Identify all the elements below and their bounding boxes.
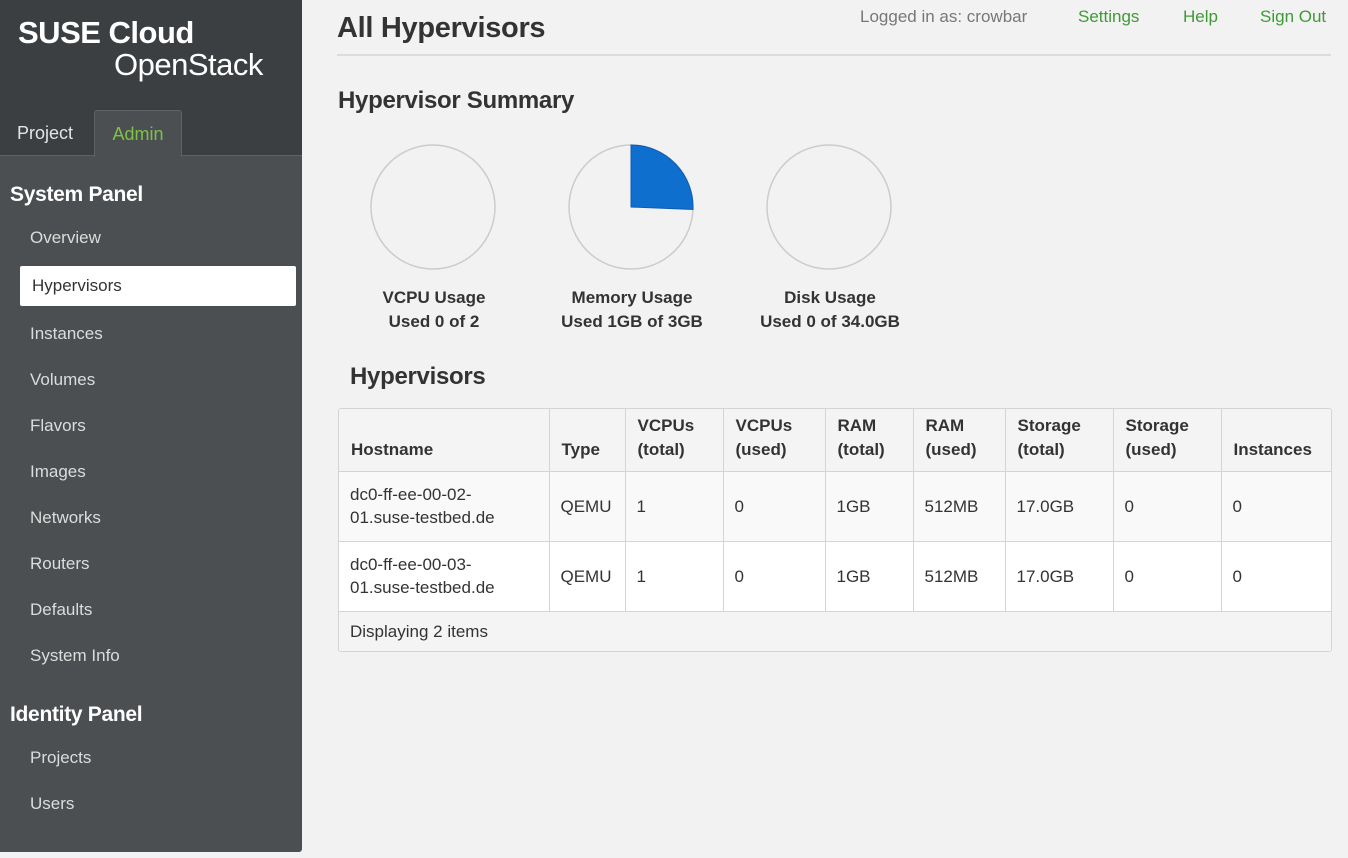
pie-used-slice xyxy=(630,144,694,211)
cell-vcpus-total: 1 xyxy=(625,541,724,612)
cell-ram-total: 1GB xyxy=(825,541,914,612)
memory-usage-pie xyxy=(568,144,694,270)
sidebar: SUSE Cloud OpenStack Project Admin Syste… xyxy=(0,0,302,852)
brand-line1: SUSE Cloud xyxy=(18,15,194,50)
sidebar-item-images[interactable]: Images xyxy=(30,462,86,482)
column-header-instances[interactable]: Instances xyxy=(1221,409,1331,472)
header-divider xyxy=(337,54,1331,56)
disk-usage-label: Disk Usage Used 0 of 34.0GB xyxy=(730,286,930,334)
table-footer-row: Displaying 2 items xyxy=(339,611,1331,651)
column-header-ram-used[interactable]: RAM (used) xyxy=(913,409,1006,472)
vcpu-usage-title: VCPU Usage xyxy=(382,288,486,307)
column-header-storage-total[interactable]: Storage (total) xyxy=(1005,409,1114,472)
hypervisors-table: Hostname Type VCPUs (total) VCPUs (used) R… xyxy=(338,408,1332,652)
table-footer-count: Displaying 2 items xyxy=(339,611,1331,651)
memory-usage-label: Memory Usage Used 1GB of 3GB xyxy=(532,286,732,334)
sidebar-item-hypervisors[interactable]: Hypervisors xyxy=(20,266,296,306)
pie-background xyxy=(766,144,892,270)
cell-ram-total: 1GB xyxy=(825,471,914,542)
cell-storage-total: 17.0GB xyxy=(1005,541,1114,612)
cell-vcpus-used: 0 xyxy=(723,471,826,542)
cell-vcpus-used: 0 xyxy=(723,541,826,612)
cell-storage-used: 0 xyxy=(1113,541,1222,612)
identity-panel-title: Identity Panel xyxy=(10,703,143,726)
memory-usage-title: Memory Usage xyxy=(571,288,693,307)
column-header-type[interactable]: Type xyxy=(549,409,626,472)
cell-hostname: dc0-ff-ee-00-02- 01.suse-testbed.de xyxy=(339,471,550,542)
tab-project[interactable]: Project xyxy=(0,110,90,156)
column-header-hostname[interactable]: Hostname xyxy=(339,409,550,472)
cell-storage-total: 17.0GB xyxy=(1005,471,1114,542)
memory-usage-detail: Used 1GB of 3GB xyxy=(561,312,703,331)
sidebar-item-defaults[interactable]: Defaults xyxy=(30,600,92,620)
cell-hostname: dc0-ff-ee-00-03- 01.suse-testbed.de xyxy=(339,541,550,612)
column-header-vcpus-used[interactable]: VCPUs (used) xyxy=(723,409,826,472)
cell-type: QEMU xyxy=(549,471,626,542)
disk-usage-pie xyxy=(766,144,892,270)
cell-instances: 0 xyxy=(1221,471,1331,542)
sidebar-item-networks[interactable]: Networks xyxy=(30,508,101,528)
sign-out-link[interactable]: Sign Out xyxy=(1260,7,1326,27)
brand-logo[interactable]: SUSE Cloud OpenStack xyxy=(0,0,302,110)
sidebar-item-system-info[interactable]: System Info xyxy=(30,646,120,666)
brand-line2: OpenStack xyxy=(114,47,263,82)
cell-type: QEMU xyxy=(549,541,626,612)
hypervisor-summary-title: Hypervisor Summary xyxy=(338,87,575,114)
cell-instances: 0 xyxy=(1221,541,1331,612)
vcpu-usage-pie xyxy=(370,144,496,270)
help-link[interactable]: Help xyxy=(1183,7,1218,27)
disk-usage-title: Disk Usage xyxy=(784,288,876,307)
cell-ram-used: 512MB xyxy=(913,541,1006,612)
table-row: dc0-ff-ee-00-02- 01.suse-testbed.de QEMU … xyxy=(339,471,1331,542)
pie-background xyxy=(370,144,496,270)
column-header-ram-total[interactable]: RAM (total) xyxy=(825,409,914,472)
column-header-storage-used[interactable]: Storage (used) xyxy=(1113,409,1222,472)
table-header-row: Hostname Type VCPUs (total) VCPUs (used) R… xyxy=(339,409,1331,472)
dashboard-tabs: Project Admin xyxy=(0,110,302,157)
logged-in-user: Logged in as: crowbar xyxy=(860,7,1028,26)
cell-ram-used: 512MB xyxy=(913,471,1006,542)
column-header-vcpus-total[interactable]: VCPUs (total) xyxy=(625,409,724,472)
vcpu-usage-detail: Used 0 of 2 xyxy=(388,312,480,331)
sidebar-item-routers[interactable]: Routers xyxy=(30,554,90,574)
system-panel-title: System Panel xyxy=(10,183,143,206)
cell-vcpus-total: 1 xyxy=(625,471,724,542)
cell-storage-used: 0 xyxy=(1113,471,1222,542)
sidebar-item-projects[interactable]: Projects xyxy=(30,748,91,768)
vcpu-usage-label: VCPU Usage Used 0 of 2 xyxy=(334,286,534,334)
sidebar-item-users[interactable]: Users xyxy=(30,794,74,814)
table-row: dc0-ff-ee-00-03- 01.suse-testbed.de QEMU … xyxy=(339,541,1331,612)
hypervisors-table-title: Hypervisors xyxy=(350,363,486,390)
sidebar-item-overview[interactable]: Overview xyxy=(30,228,101,248)
sidebar-item-volumes[interactable]: Volumes xyxy=(30,370,95,390)
sidebar-item-instances[interactable]: Instances xyxy=(30,324,103,344)
sidebar-item-flavors[interactable]: Flavors xyxy=(30,416,86,436)
settings-link[interactable]: Settings xyxy=(1078,7,1139,27)
tab-admin[interactable]: Admin xyxy=(94,110,182,157)
disk-usage-detail: Used 0 of 34.0GB xyxy=(760,312,900,331)
page-title: All Hypervisors xyxy=(337,12,546,44)
